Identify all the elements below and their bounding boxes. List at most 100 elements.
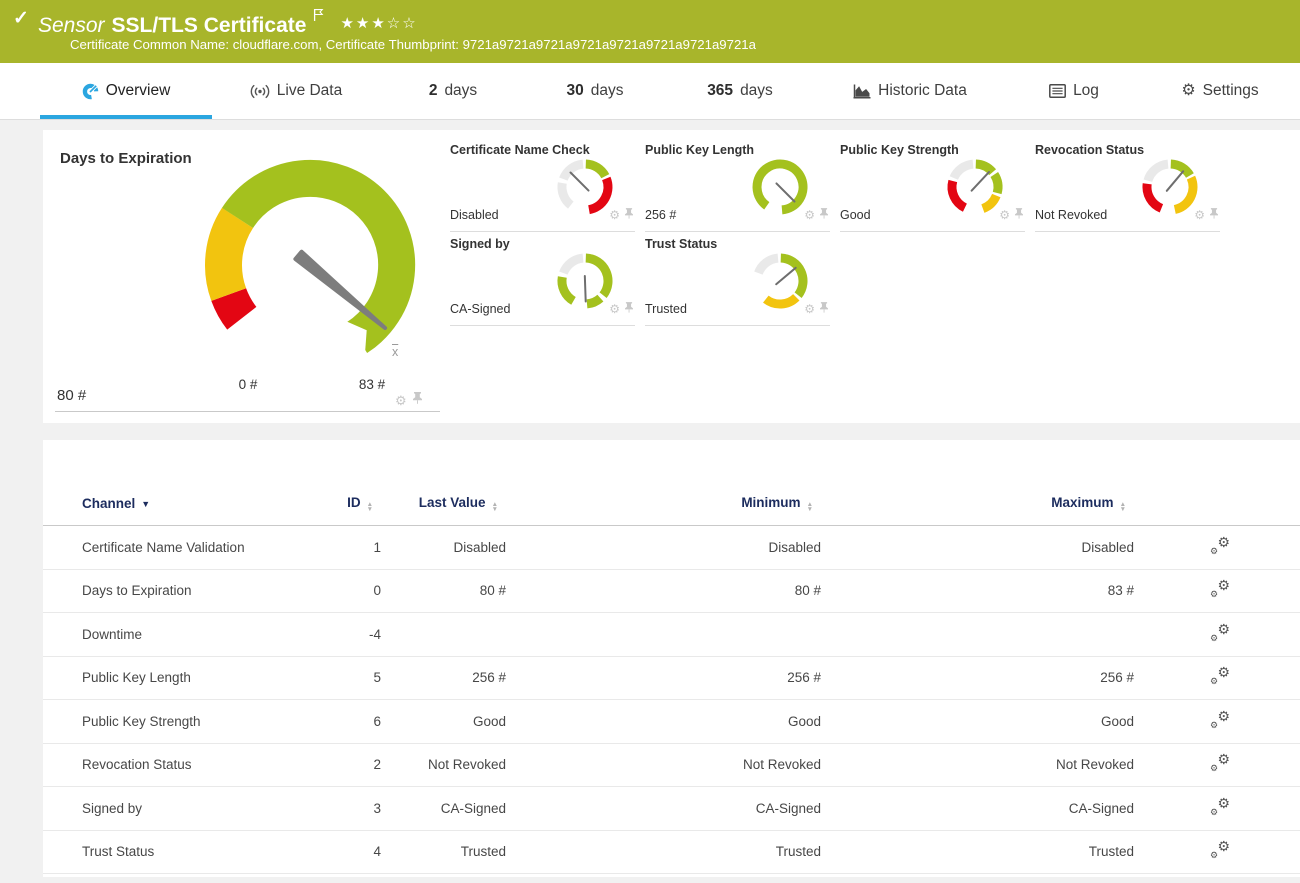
last-value <box>381 613 506 657</box>
last-value: 256 # <box>381 656 506 700</box>
star[interactable]: ★ <box>356 15 371 32</box>
tab-30-days[interactable]: 30days <box>526 63 664 119</box>
star[interactable]: ☆ <box>402 15 417 32</box>
channel-id: 4 <box>343 830 381 874</box>
pin-icon[interactable] <box>820 300 828 318</box>
channel-settings-gears-icon[interactable]: ⚙⚙ <box>1210 580 1230 598</box>
pin-icon[interactable] <box>625 300 633 318</box>
gauge-title: Public Key Length <box>645 143 754 157</box>
star-rating: ★★★☆☆ <box>340 14 417 32</box>
channel-settings-gears-icon[interactable]: ⚙⚙ <box>1210 798 1230 816</box>
table-header: Channel▼ID▲▼Last Value▲▼Minimum▲▼Maximum… <box>43 495 1300 526</box>
gauge-title: Revocation Status <box>1035 143 1144 157</box>
gauge-certificate-name-check: Certificate Name CheckDisabled⚙ <box>450 143 635 232</box>
channel-row-revocation-status: Revocation Status2Not RevokedNot Revoked… <box>43 743 1300 787</box>
minimum-value: Good <box>506 700 821 744</box>
tab-label: days <box>444 82 477 100</box>
channel-name: Public Key Strength <box>43 700 343 744</box>
tab-bar: Overview Live Data 2 days 30days 365 days Histo… <box>0 63 1300 120</box>
column-header-channel[interactable]: Channel▼ <box>43 495 343 526</box>
gauge-value: CA-Signed <box>450 302 510 316</box>
channel-actions: ⚙⚙ <box>1134 787 1300 831</box>
gauge-signed-by: Signed byCA-Signed⚙ <box>450 237 635 326</box>
minimum-value: 80 # <box>506 569 821 613</box>
gauge-settings-icon[interactable]: ⚙ <box>395 394 407 407</box>
live-icon <box>250 84 270 99</box>
channel-settings-gears-icon[interactable]: ⚙⚙ <box>1210 841 1230 859</box>
maximum-value: Good <box>821 700 1134 744</box>
column-header-id[interactable]: ID▲▼ <box>343 495 381 526</box>
channel-name: Trust Status <box>43 830 343 874</box>
last-value: Good <box>381 700 506 744</box>
mini-gauge-graphic <box>553 157 617 221</box>
main-gauge-max-label: 83 # <box>347 377 397 392</box>
channel-settings-gears-icon[interactable]: ⚙⚙ <box>1210 711 1230 729</box>
tab-label: Live Data <box>277 82 342 100</box>
channel-name: Revocation Status <box>43 743 343 787</box>
minimum-value: Trusted <box>506 830 821 874</box>
tab-2-days[interactable]: 2 days <box>380 63 526 119</box>
main-gauge-graphic <box>140 155 480 415</box>
pin-icon[interactable] <box>413 391 422 409</box>
channel-name: Signed by <box>43 787 343 831</box>
channel-id: 3 <box>343 787 381 831</box>
tab-label: days <box>740 82 773 100</box>
channel-row-certificate-name-validation: Certificate Name Validation1DisabledDisa… <box>43 526 1300 570</box>
last-value: 80 # <box>381 569 506 613</box>
channel-row-public-key-length: Public Key Length5256 #256 #256 #⚙⚙ <box>43 656 1300 700</box>
mean-marker: x <box>392 345 398 359</box>
tab-label: Settings <box>1203 82 1259 100</box>
channel-id: 6 <box>343 700 381 744</box>
sensor-type-label: Sensor <box>38 14 105 37</box>
channels-table: Channel▼ID▲▼Last Value▲▼Minimum▲▼Maximum… <box>43 495 1300 874</box>
sort-icon: ▲▼ <box>492 502 498 512</box>
sort-icon: ▲▼ <box>367 502 373 512</box>
gauge-public-key-length: Public Key Length256 #⚙ <box>645 143 830 232</box>
star[interactable]: ★ <box>340 15 355 32</box>
column-header-minimum[interactable]: Minimum▲▼ <box>506 495 821 526</box>
channel-actions: ⚙⚙ <box>1134 743 1300 787</box>
tab-number: 365 <box>707 82 733 100</box>
column-header-maximum[interactable]: Maximum▲▼ <box>821 495 1134 526</box>
column-header-last-value[interactable]: Last Value▲▼ <box>381 495 506 526</box>
mini-gauge-graphic <box>748 157 812 221</box>
mini-gauge-graphic <box>553 251 617 315</box>
flag-icon[interactable] <box>313 4 324 28</box>
tab-overview[interactable]: Overview <box>40 63 212 119</box>
star[interactable]: ☆ <box>387 15 402 32</box>
pin-icon[interactable] <box>1015 206 1023 224</box>
tab-historic-data[interactable]: Historic Data <box>816 63 1004 119</box>
channel-settings-gears-icon[interactable]: ⚙⚙ <box>1210 754 1230 772</box>
maximum-value: Not Revoked <box>821 743 1134 787</box>
channel-actions: ⚙⚙ <box>1134 656 1300 700</box>
gauge-icon <box>82 83 99 100</box>
gauge-value: Good <box>840 208 871 222</box>
tab-live-data[interactable]: Live Data <box>212 63 380 119</box>
channel-actions: ⚙⚙ <box>1134 526 1300 570</box>
mini-gauge-graphic <box>1138 157 1202 221</box>
gauges-panel: Days to Expiration 0 # 83 # 80 # x ⚙ Cer… <box>43 130 1300 423</box>
maximum-value: 83 # <box>821 569 1134 613</box>
pin-icon[interactable] <box>820 206 828 224</box>
tab-365-days[interactable]: 365 days <box>664 63 816 119</box>
sensor-subtitle: Certificate Common Name: cloudflare.com,… <box>70 37 756 52</box>
channel-name: Certificate Name Validation <box>43 526 343 570</box>
tab-number: 2 <box>429 82 438 100</box>
tab-log[interactable]: Log <box>1004 63 1144 119</box>
gauge-title: Signed by <box>450 237 510 251</box>
gauge-title: Trust Status <box>645 237 717 251</box>
pin-icon[interactable] <box>625 206 633 224</box>
channel-settings-gears-icon[interactable]: ⚙⚙ <box>1210 624 1230 642</box>
channel-row-public-key-strength: Public Key Strength6GoodGoodGood⚙⚙ <box>43 700 1300 744</box>
channel-id: 0 <box>343 569 381 613</box>
main-gauge-value: 80 # <box>57 387 86 404</box>
channel-settings-gears-icon[interactable]: ⚙⚙ <box>1210 537 1230 555</box>
tab-settings[interactable]: ⚙Settings <box>1144 63 1296 119</box>
minimum-value: Disabled <box>506 526 821 570</box>
gauge-revocation-status: Revocation StatusNot Revoked⚙ <box>1035 143 1220 232</box>
gauge-public-key-strength: Public Key StrengthGood⚙ <box>840 143 1025 232</box>
star[interactable]: ★ <box>371 15 386 32</box>
sort-desc-icon: ▼ <box>141 499 150 509</box>
pin-icon[interactable] <box>1210 206 1218 224</box>
channel-settings-gears-icon[interactable]: ⚙⚙ <box>1210 667 1230 685</box>
